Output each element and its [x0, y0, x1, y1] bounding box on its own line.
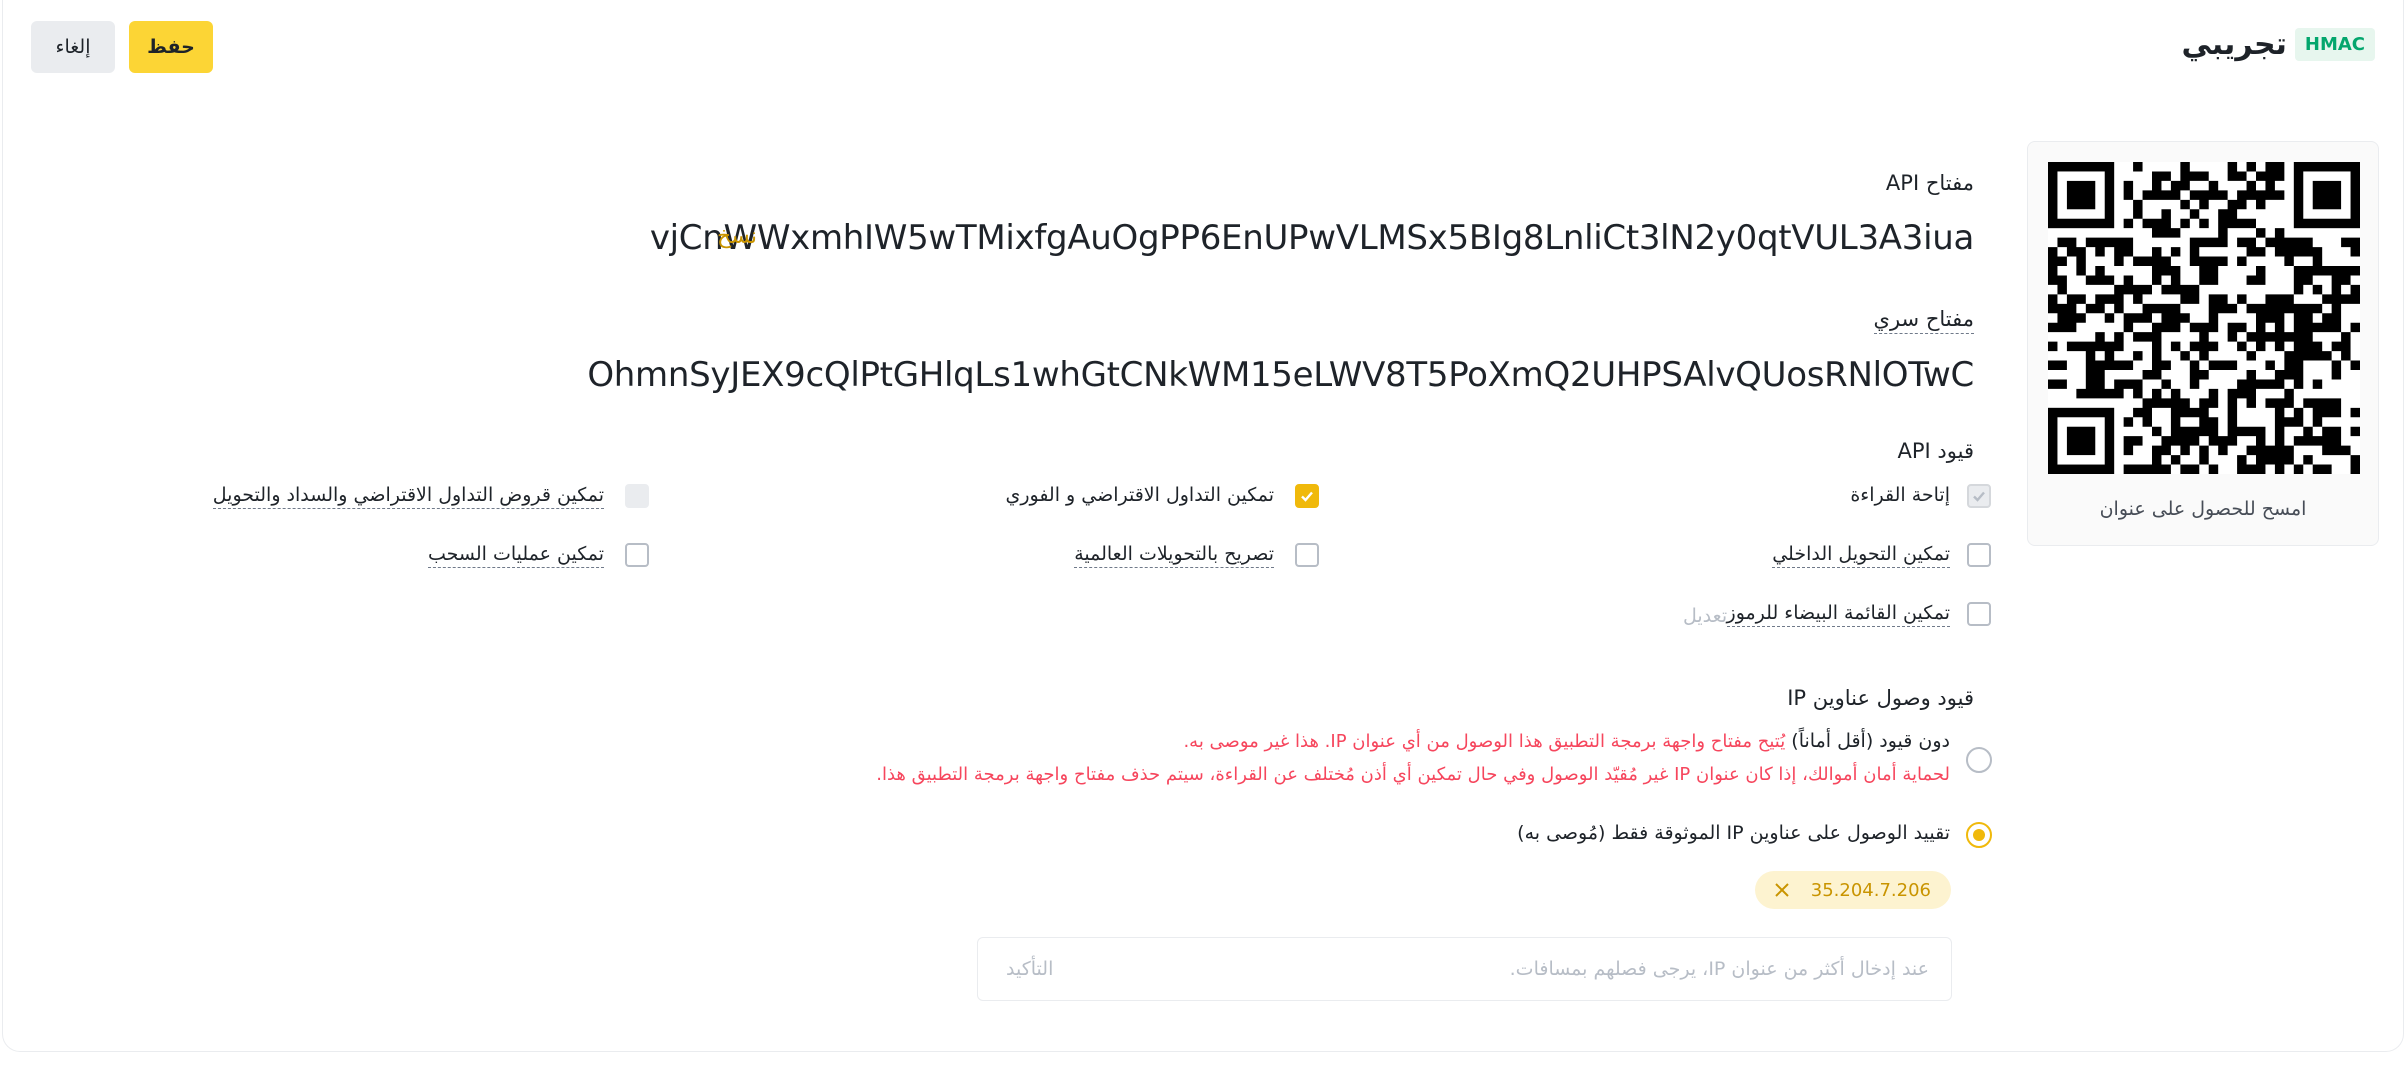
api-key-card: إلغاء حفظ تجريبي HMAC امسح للحصول على عن…	[2, 0, 2404, 1052]
qr-code	[2048, 162, 2360, 474]
restricted-label: تقييد الوصول على عناوين IP الموثوقة فقط …	[1517, 822, 1950, 844]
qr-panel: امسح للحصول على عنوان	[2027, 141, 2379, 546]
withdrawals-checkbox[interactable]	[625, 543, 649, 567]
edit-whitelist-link[interactable]: تعديل	[1683, 605, 1727, 627]
symbol-whitelist-checkbox[interactable]	[1967, 602, 1991, 626]
ip-input-placeholder: عند إدخال أكثر من عنوان IP، يرجى فصلهم ب…	[1509, 958, 1929, 980]
permission-symbol-whitelist-label: تمكين القائمة البيضاء للرموز	[1726, 602, 1950, 627]
qr-code-image	[2048, 162, 2360, 474]
check-icon	[1301, 491, 1313, 502]
qr-caption: امسح للحصول على عنوان	[2099, 498, 2307, 520]
unrestricted-warning-1: يُتيح مفتاح واجهة برمجة التطبيق هذا الوص…	[1183, 731, 1786, 752]
unrestricted-radio[interactable]	[1966, 747, 1992, 773]
hmac-badge: HMAC	[2294, 28, 2375, 61]
copy-api-key-button[interactable]: نسخ	[717, 224, 757, 249]
confirm-ip-button[interactable]: التأكيد	[1006, 958, 1053, 980]
margin-loan-checkbox	[625, 484, 649, 508]
cancel-button[interactable]: إلغاء	[31, 21, 115, 73]
secret-key-value: OhmnSyJEX9cQlPtGHlqLs1whGtCNkWM15eLWV8T5…	[587, 355, 1974, 395]
permission-read-label: إتاحة القراءة	[1850, 484, 1950, 506]
api-key-header: تجريبي HMAC	[2181, 27, 2375, 62]
close-icon[interactable]	[1773, 881, 1791, 899]
secret-key-label: مفتاح سري	[1873, 307, 1974, 334]
ip-tag-value: 35.204.7.206	[1810, 879, 1931, 901]
unrestricted-option: دون قيود (أقل أماناً) يُتيح مفتاح واجهة …	[1183, 730, 1950, 752]
api-restrictions-label: قيود API	[1897, 439, 1975, 463]
api-key-value: vjCnWWxmhIW5wTMixfgAuOgPP6EnUPwVLMSx5BIg…	[649, 218, 1974, 258]
ip-tag: 35.204.7.206	[1755, 871, 1951, 909]
permission-internal-transfer-label: تمكين التحويل الداخلي	[1772, 543, 1950, 568]
read-checkbox	[1967, 484, 1991, 508]
save-button[interactable]: حفظ	[129, 21, 213, 73]
permission-margin-loan-label: تمكين قروض التداول الاقتراضي والسداد وال…	[212, 484, 604, 509]
permission-withdrawals-label: تمكين عمليات السحب	[427, 543, 604, 568]
permission-universal-transfer-label: تصريح بالتحويلات العالمية	[1074, 543, 1274, 568]
unrestricted-label: دون قيود (أقل أماناً)	[1791, 730, 1950, 752]
universal-transfer-checkbox[interactable]	[1295, 543, 1319, 567]
api-key-title: تجريبي	[2181, 27, 2287, 62]
spot-margin-trading-checkbox[interactable]	[1295, 484, 1319, 508]
internal-transfer-checkbox[interactable]	[1967, 543, 1991, 567]
unrestricted-warning-2: لحماية أمان أموالك، إذا كان عنوان IP غير…	[876, 764, 1950, 785]
permission-spot-margin-label: تمكين التداول الاقتراضي و الفوري	[1005, 484, 1274, 506]
ip-access-label: قيود وصول عناوين IP	[1787, 686, 1974, 710]
api-key-label: مفتاح API	[1885, 171, 1974, 195]
check-icon	[1973, 491, 1985, 502]
restricted-radio[interactable]	[1966, 822, 1992, 848]
ip-input-field[interactable]: التأكيد عند إدخال أكثر من عنوان IP، يرجى…	[977, 937, 1952, 1001]
